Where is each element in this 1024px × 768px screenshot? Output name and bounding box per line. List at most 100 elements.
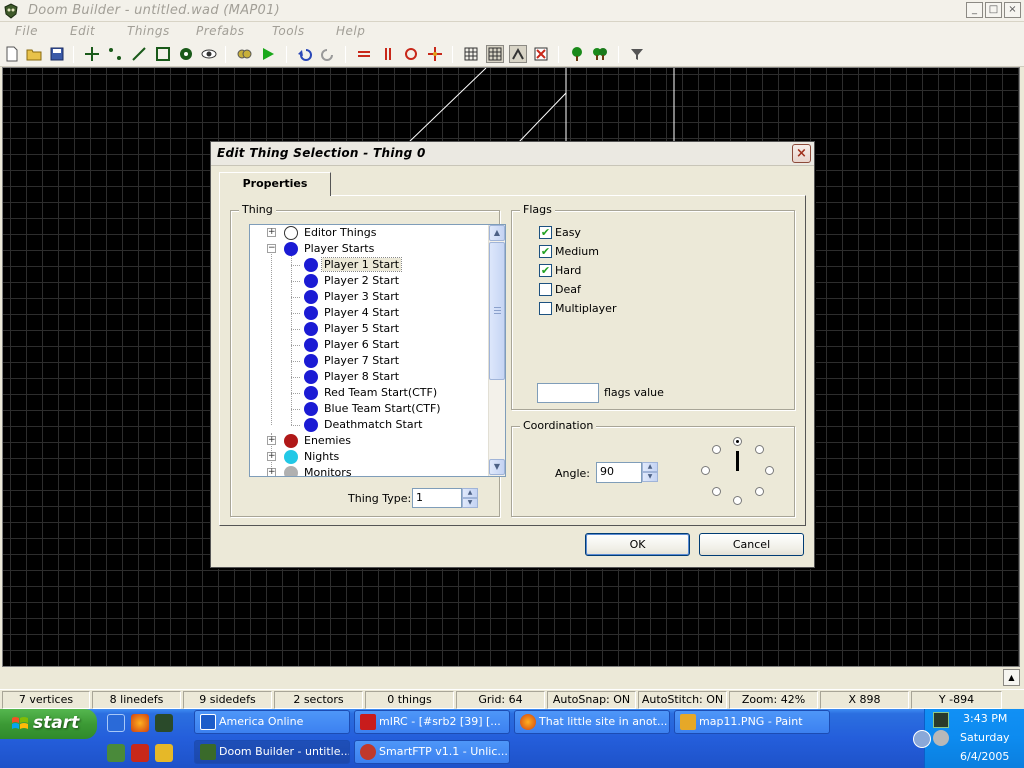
menu-things[interactable]: Things: [127, 24, 170, 38]
angle-dial[interactable]: [697, 435, 777, 507]
angle-135-radio[interactable]: [712, 445, 721, 454]
task-mirc[interactable]: mIRC - [#srb2 [39] [...: [354, 710, 510, 734]
rotate-icon[interactable]: [402, 45, 420, 63]
scrollbar-thumb[interactable]: [489, 242, 505, 380]
tree-expand-icon[interactable]: +: [267, 468, 276, 476]
tree-item-player-7-start[interactable]: Player 7 Start: [250, 353, 488, 369]
thing-type-input[interactable]: 1: [412, 488, 462, 508]
checkmark-icon[interactable]: ✔: [539, 226, 552, 239]
sectors-mode-icon[interactable]: [154, 45, 172, 63]
tree-item-player-3-start[interactable]: Player 3 Start: [250, 289, 488, 305]
scroll-up-button[interactable]: ▲: [1003, 669, 1020, 686]
angle-180-radio[interactable]: [701, 466, 710, 475]
checkmark-icon[interactable]: ✔: [539, 264, 552, 277]
tree-item-monitors[interactable]: + Monitors: [250, 465, 488, 476]
spin-up-arrow-icon[interactable]: ▲: [642, 462, 658, 472]
tree-item-enemies[interactable]: + Enemies: [250, 433, 488, 449]
cancel-button[interactable]: Cancel: [699, 533, 804, 556]
checkmark-icon[interactable]: ✔: [539, 245, 552, 258]
menu-tools[interactable]: Tools: [272, 24, 305, 38]
linedef[interactable]: [517, 92, 567, 144]
dialog-close-button[interactable]: ×: [792, 144, 811, 163]
quicklaunch-firefox-icon[interactable]: [131, 714, 149, 732]
tray-app-icon[interactable]: [933, 712, 949, 728]
tree-expand-icon[interactable]: +: [267, 436, 276, 445]
clock-time[interactable]: 3:43 PM: [963, 712, 1007, 725]
menu-file[interactable]: File: [15, 24, 38, 38]
thing-tree[interactable]: + Editor Things − Player Starts Player 1…: [249, 224, 506, 477]
quicklaunch-app-icon[interactable]: [107, 744, 125, 762]
find-icon[interactable]: [235, 45, 253, 63]
angle-45-radio[interactable]: [755, 445, 764, 454]
tree-item-player-2-start[interactable]: Player 2 Start: [250, 273, 488, 289]
merge-icon[interactable]: [532, 45, 550, 63]
tree-expand-icon[interactable]: +: [267, 452, 276, 461]
3d-mode-icon[interactable]: [200, 45, 218, 63]
tree-item-player-6-start[interactable]: Player 6 Start: [250, 337, 488, 353]
angle-90-radio[interactable]: [733, 437, 742, 446]
angle-input[interactable]: 90: [596, 462, 642, 483]
tray-network-icon[interactable]: [933, 730, 949, 746]
filter-icon[interactable]: [628, 45, 646, 63]
tree-item-editor-things[interactable]: + Editor Things: [250, 225, 488, 241]
tree-item-player-starts[interactable]: − Player Starts: [250, 241, 488, 257]
undo-icon[interactable]: [296, 45, 314, 63]
flags-value-input[interactable]: [537, 383, 599, 403]
tree-item-player-4-start[interactable]: Player 4 Start: [250, 305, 488, 321]
angle-225-radio[interactable]: [712, 487, 721, 496]
task-doom-builder[interactable]: Doom Builder - untitle...: [194, 740, 350, 764]
save-icon[interactable]: [48, 45, 66, 63]
resize-icon[interactable]: [426, 45, 444, 63]
tree-item-red-team-start[interactable]: Red Team Start(CTF): [250, 385, 488, 401]
menu-help[interactable]: Help: [336, 24, 365, 38]
flip-vertical-icon[interactable]: [379, 45, 397, 63]
menu-prefabs[interactable]: Prefabs: [196, 24, 245, 38]
minimize-button[interactable]: _: [966, 2, 983, 18]
tree-item-deathmatch-start[interactable]: Deathmatch Start: [250, 417, 488, 433]
vertices-mode-icon[interactable]: [106, 45, 124, 63]
menu-edit[interactable]: Edit: [70, 24, 95, 38]
tree-item-nights[interactable]: + Nights: [250, 449, 488, 465]
start-button[interactable]: start: [0, 709, 97, 739]
redo-icon[interactable]: [319, 45, 337, 63]
things-mode-icon[interactable]: [177, 45, 195, 63]
scroll-up-arrow-icon[interactable]: ▲: [489, 225, 505, 241]
maximize-button[interactable]: □: [985, 2, 1002, 18]
quicklaunch-show-desktop-icon[interactable]: [107, 714, 125, 732]
linedef[interactable]: [407, 68, 487, 144]
tree-collapse-icon[interactable]: −: [267, 244, 276, 253]
angle-spinner[interactable]: ▲ ▼: [642, 462, 658, 482]
move-mode-icon[interactable]: [83, 45, 101, 63]
spin-up-arrow-icon[interactable]: ▲: [462, 488, 478, 498]
linedefs-mode-icon[interactable]: [130, 45, 148, 63]
task-america-online[interactable]: America Online: [194, 710, 350, 734]
angle-270-radio[interactable]: [733, 496, 742, 505]
tree-icon[interactable]: [568, 45, 586, 63]
thing-type-spinner[interactable]: ▲ ▼: [462, 488, 478, 508]
tree-item-player-1-start[interactable]: Player 1 Start: [250, 257, 488, 273]
tree-expand-icon[interactable]: +: [267, 228, 276, 237]
angle-315-radio[interactable]: [755, 487, 764, 496]
angle-0-radio[interactable]: [765, 466, 774, 475]
spin-down-arrow-icon[interactable]: ▼: [462, 498, 478, 508]
close-window-button[interactable]: ×: [1004, 2, 1021, 18]
quicklaunch-paint-icon[interactable]: [155, 744, 173, 762]
new-file-icon[interactable]: [3, 45, 21, 63]
ok-button[interactable]: OK: [585, 533, 690, 556]
test-map-icon[interactable]: [259, 45, 277, 63]
flip-horizontal-icon[interactable]: [355, 45, 373, 63]
stitch-icon[interactable]: [509, 45, 527, 63]
task-smartftp[interactable]: SmartFTP v1.1 - Unlic...: [354, 740, 510, 764]
open-folder-icon[interactable]: [25, 45, 43, 63]
spin-down-arrow-icon[interactable]: ▼: [642, 472, 658, 482]
task-firefox[interactable]: That little site in anot...: [514, 710, 670, 734]
tab-properties[interactable]: Properties: [219, 172, 331, 196]
grid-icon[interactable]: [462, 45, 480, 63]
tree-scrollbar[interactable]: ▲ ▼: [488, 225, 505, 476]
tree-item-player-5-start[interactable]: Player 5 Start: [250, 321, 488, 337]
scroll-down-arrow-icon[interactable]: ▼: [489, 459, 505, 475]
snap-grid-icon[interactable]: [486, 45, 504, 63]
tray-expand-icon[interactable]: [913, 730, 931, 748]
quicklaunch-mirc-icon[interactable]: [131, 744, 149, 762]
quicklaunch-doom-builder-icon[interactable]: [155, 714, 173, 732]
